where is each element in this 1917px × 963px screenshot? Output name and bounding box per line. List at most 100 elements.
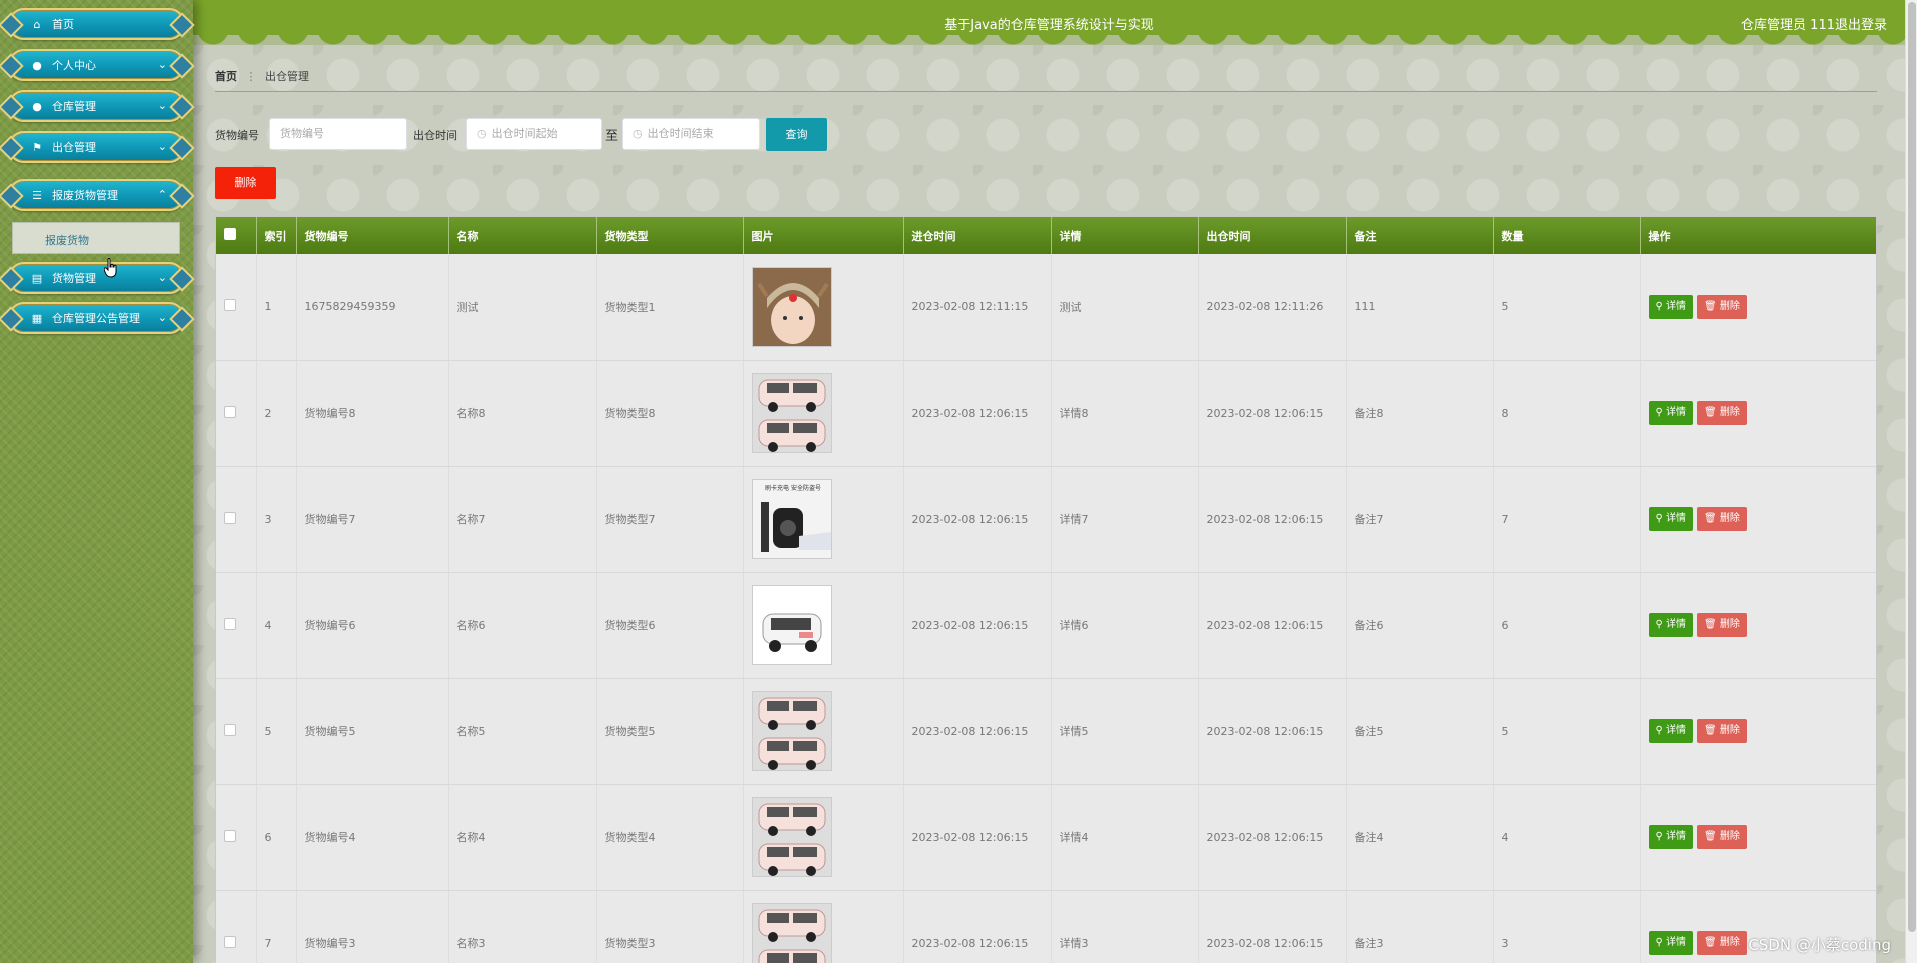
search-icon: ⚲ xyxy=(1655,831,1667,842)
chevron-down-icon: ⌄ xyxy=(157,140,167,153)
clock-icon: ◷ xyxy=(477,127,487,140)
detail-button[interactable]: ⚲ 详情 xyxy=(1648,294,1694,319)
row-delete-button[interactable]: 🗑 删除 xyxy=(1697,401,1747,425)
row-delete-button[interactable]: 🗑 删除 xyxy=(1697,719,1747,743)
sidebar-item-home[interactable]: ⌂ 首页 xyxy=(8,8,185,40)
cell-index: 3 xyxy=(256,466,297,573)
detail-label: 详情 xyxy=(1666,407,1687,418)
cell-index: 4 xyxy=(256,572,297,679)
end-time-input[interactable]: ◷ 出仓时间结束 xyxy=(622,118,760,150)
cell-qty: 4 xyxy=(1493,784,1641,891)
search-icon: ⚲ xyxy=(1655,300,1667,312)
cell-type: 货物类型6 xyxy=(596,572,744,679)
trash-icon: 🗑 xyxy=(1704,619,1720,630)
cell-image xyxy=(743,678,904,785)
row-delete-button[interactable]: 🗑 删除 xyxy=(1697,931,1747,955)
goods-image[interactable] xyxy=(751,585,832,665)
column-header: 货物编号 xyxy=(296,217,449,254)
sidebar-item-label: 首页 xyxy=(52,18,74,31)
delete-label: 删除 xyxy=(1719,831,1740,842)
page-scrollbar[interactable] xyxy=(1905,0,1917,963)
row-delete-button[interactable]: 🗑 删除 xyxy=(1697,825,1747,849)
row-checkbox[interactable] xyxy=(224,511,236,524)
goods-image[interactable] xyxy=(751,373,832,453)
row-delete-button[interactable]: 🗑 删除 xyxy=(1697,613,1747,637)
submenu-item-scrapped[interactable]: 报废货物 xyxy=(12,222,180,254)
cell-in-time: 2023-02-08 12:06:15 xyxy=(903,678,1052,785)
cell-name: 名称3 xyxy=(448,890,597,963)
clock-icon: ◷ xyxy=(633,127,643,140)
goods-image[interactable] xyxy=(751,797,832,877)
sidebar-item-outbound[interactable]: ⚑ 出仓管理 ⌄ xyxy=(8,131,185,163)
query-button[interactable]: 查询 xyxy=(766,118,827,151)
detail-button[interactable]: ⚲ 详情 xyxy=(1648,825,1694,849)
column-header: 进仓时间 xyxy=(903,217,1052,254)
row-checkbox[interactable] xyxy=(224,829,236,842)
sidebar-item-announcements[interactable]: ▦ 仓库管理公告管理 ⌄ xyxy=(8,302,185,334)
cell-qty: 8 xyxy=(1493,360,1641,467)
goods-image[interactable] xyxy=(751,691,832,771)
goods-image[interactable]: 刷卡充电 安全防盗号 xyxy=(751,479,832,559)
cell-code: 货物编号3 xyxy=(296,890,449,963)
search-icon: ⚲ xyxy=(1655,407,1667,418)
start-time-input[interactable]: ◷ 出仓时间起始 xyxy=(466,118,602,150)
sidebar: ⌂ 首页 ● 个人中心 ⌄ ● 仓库管理 ⌄ ⚑ 出仓管理 ⌄ ☰ 报废货物管理… xyxy=(0,0,193,963)
cell-type: 货物类型4 xyxy=(596,784,744,891)
breadcrumb-home[interactable]: 首页 xyxy=(215,70,237,83)
detail-label: 详情 xyxy=(1666,300,1687,312)
detail-label: 详情 xyxy=(1666,619,1687,630)
data-table: 索引 货物编号 名称 货物类型 图片 进仓时间 详情 出仓时间 备注 数量 操作… xyxy=(215,216,1877,963)
sidebar-item-goods[interactable]: ▤ 货物管理 ⌄ xyxy=(8,262,185,294)
cell-remark: 备注7 xyxy=(1346,466,1494,573)
user-icon: ● xyxy=(32,100,42,113)
cell-out-time: 2023-02-08 12:06:15 xyxy=(1198,678,1347,785)
column-header: 详情 xyxy=(1051,217,1199,254)
row-delete-button[interactable]: 🗑 删除 xyxy=(1697,294,1747,319)
cell-actions: ⚲ 详情 🗑 删除 xyxy=(1640,360,1876,467)
sidebar-item-scrapped-goods[interactable]: ☰ 报废货物管理 ⌃ xyxy=(8,179,185,211)
row-checkbox[interactable] xyxy=(224,723,236,736)
detail-label: 详情 xyxy=(1666,831,1687,842)
hand-cursor-icon xyxy=(104,258,117,278)
flag-icon: ⚑ xyxy=(32,141,42,154)
cell-detail: 测试 xyxy=(1051,254,1199,361)
trash-icon: 🗑 xyxy=(1704,937,1720,948)
sidebar-item-personal-center[interactable]: ● 个人中心 ⌄ xyxy=(8,49,185,81)
select-all-checkbox[interactable] xyxy=(224,228,236,240)
cell-name: 名称4 xyxy=(448,784,597,891)
detail-button[interactable]: ⚲ 详情 xyxy=(1648,507,1694,531)
batch-delete-button[interactable]: 删除 xyxy=(215,167,276,199)
row-checkbox[interactable] xyxy=(224,405,236,418)
cell-name: 名称6 xyxy=(448,572,597,679)
cell-actions: ⚲ 详情 🗑 删除 xyxy=(1640,466,1876,573)
cell-image xyxy=(743,572,904,679)
cell-out-time: 2023-02-08 12:06:15 xyxy=(1198,784,1347,891)
cell-remark: 备注8 xyxy=(1346,360,1494,467)
delete-label: 删除 xyxy=(1719,619,1740,630)
trash-icon: 🗑 xyxy=(1704,513,1720,524)
detail-button[interactable]: ⚲ 详情 xyxy=(1648,719,1694,743)
scrollbar-thumb[interactable] xyxy=(1908,2,1916,932)
cell-code: 货物编号8 xyxy=(296,360,449,467)
detail-button[interactable]: ⚲ 详情 xyxy=(1648,401,1694,425)
row-checkbox[interactable] xyxy=(224,299,236,312)
detail-button[interactable]: ⚲ 详情 xyxy=(1648,931,1694,955)
row-select-cell xyxy=(216,890,257,963)
app-title: 基于Java的仓库管理系统设计与实现 xyxy=(944,18,1154,33)
code-input[interactable]: 货物编号 xyxy=(269,118,407,150)
logout-link[interactable]: 退出登录 xyxy=(1835,14,1887,33)
cell-code: 货物编号6 xyxy=(296,572,449,679)
goods-image[interactable] xyxy=(751,903,832,963)
column-header: 数量 xyxy=(1493,217,1641,254)
row-delete-button[interactable]: 🗑 删除 xyxy=(1697,507,1747,531)
cell-index: 1 xyxy=(256,254,297,361)
row-checkbox[interactable] xyxy=(224,935,236,948)
row-select-cell xyxy=(216,360,257,467)
goods-image[interactable] xyxy=(751,266,832,347)
sidebar-item-warehouse[interactable]: ● 仓库管理 ⌄ xyxy=(8,90,185,122)
cell-qty: 7 xyxy=(1493,466,1641,573)
detail-button[interactable]: ⚲ 详情 xyxy=(1648,613,1694,637)
cell-code: 货物编号7 xyxy=(296,466,449,573)
watermark: CSDN @小蔡coding xyxy=(1748,936,1891,954)
row-checkbox[interactable] xyxy=(224,617,236,630)
